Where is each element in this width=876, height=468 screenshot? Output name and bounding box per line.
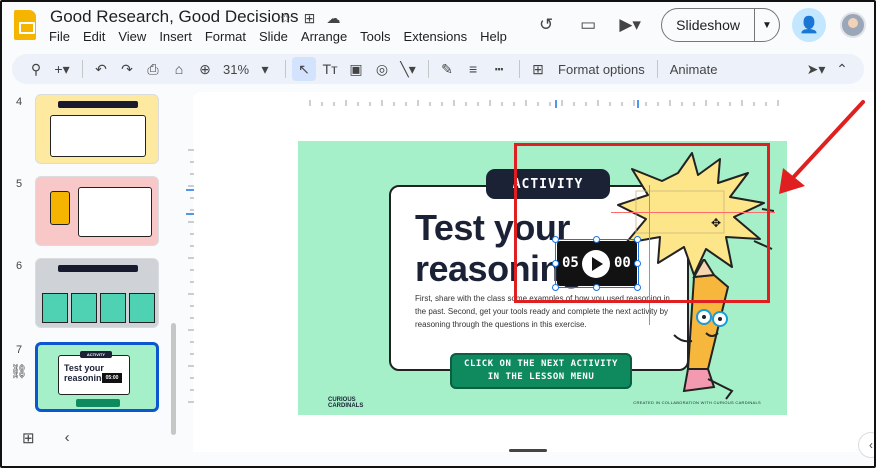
- text-box-icon[interactable]: Tт: [318, 57, 342, 81]
- annotation-highlight-box: [514, 143, 770, 303]
- slide-number: 7: [16, 344, 23, 356]
- line-icon[interactable]: ╲▾: [396, 57, 420, 81]
- filmstrip: 4 5 6 7 ACTIVITY Test your reasoning 05:…: [0, 88, 186, 435]
- annotation-arrow-icon: [779, 100, 865, 194]
- menu-tools[interactable]: Tools: [360, 29, 396, 44]
- thumb-step: [42, 293, 68, 323]
- move-folder-icon[interactable]: ⊞: [302, 10, 317, 25]
- avatar[interactable]: [840, 12, 866, 38]
- logo-line-2: CARDINALS: [328, 403, 364, 409]
- divider: [428, 60, 430, 78]
- title-bar: Good Research, Good Decisions ☆ ⊞ ☁ File…: [0, 0, 876, 52]
- select-cursor-icon[interactable]: ↖: [292, 57, 317, 81]
- divider: [285, 60, 287, 78]
- new-slide-icon[interactable]: +▾: [50, 57, 74, 81]
- move-cursor-icon: ✥: [711, 216, 722, 230]
- menu-help[interactable]: Help: [480, 29, 513, 44]
- paint-format-icon[interactable]: ⌂: [167, 57, 191, 81]
- speaker-notes-handle[interactable]: [509, 449, 547, 452]
- slide-thumbnail-5[interactable]: [35, 176, 159, 246]
- slide-thumbnail-6[interactable]: [35, 258, 159, 328]
- zoom-select[interactable]: 31%: [219, 62, 253, 77]
- search-menus-icon[interactable]: ⚲: [24, 57, 48, 81]
- thumb-title-bar: [58, 265, 138, 272]
- menu-extensions[interactable]: Extensions: [404, 29, 474, 44]
- border-color-icon[interactable]: ✎: [435, 57, 459, 81]
- horizontal-ruler: [309, 100, 779, 108]
- menu-arrange[interactable]: Arrange: [301, 29, 353, 44]
- thumb-character: [50, 191, 70, 225]
- thumb-card: [78, 187, 152, 237]
- divider: [656, 60, 658, 78]
- header-actions: ↺ ▭ ▶▾ Slideshow ▼ 👤: [529, 8, 866, 42]
- vertical-ruler: [186, 149, 194, 403]
- print-icon[interactable]: ⎙: [141, 57, 165, 81]
- slideshow-button[interactable]: Slideshow ▼: [661, 8, 780, 42]
- grid-view-icon[interactable]: ⊞: [22, 429, 35, 447]
- cta-line-2: IN THE LESSON MENU: [487, 372, 595, 382]
- curious-cardinals-logo: CURIOUS CARDINALS: [328, 397, 363, 409]
- collapse-toolbar-icon[interactable]: ⌃: [830, 57, 854, 81]
- slides-logo-icon[interactable]: [14, 10, 36, 40]
- title-icons: ☆ ⊞ ☁: [278, 10, 341, 25]
- document-title[interactable]: Good Research, Good Decisions: [50, 7, 299, 27]
- undo-icon[interactable]: ↶: [89, 57, 113, 81]
- slide-number: 6: [16, 260, 23, 272]
- collapse-panel-icon[interactable]: ‹: [65, 429, 70, 447]
- redo-icon[interactable]: ↷: [115, 57, 139, 81]
- pointer-mode-icon[interactable]: ➤▾: [804, 57, 828, 81]
- thumb-step: [100, 293, 126, 323]
- slide-thumbnail-4[interactable]: [35, 94, 159, 164]
- menu-edit[interactable]: Edit: [83, 29, 111, 44]
- border-dash-icon[interactable]: ┅: [487, 57, 511, 81]
- shape-icon[interactable]: ◎: [370, 57, 394, 81]
- meet-icon[interactable]: ▶▾: [613, 8, 647, 42]
- slide-number: 4: [16, 96, 23, 108]
- divider: [519, 60, 521, 78]
- divider: [82, 60, 83, 78]
- cta-line-1: CLICK ON THE NEXT ACTIVITY: [464, 359, 618, 369]
- thumb-timer: 05:00: [102, 373, 122, 383]
- version-history-icon[interactable]: ↺: [529, 8, 563, 42]
- menu-file[interactable]: File: [49, 29, 76, 44]
- cta-button[interactable]: CLICK ON THE NEXT ACTIVITY IN THE LESSON…: [450, 353, 632, 389]
- thumb-activity-label: ACTIVITY: [80, 351, 112, 358]
- thumb-title: Test your reasoning: [64, 363, 107, 383]
- border-weight-icon[interactable]: ≡: [461, 57, 485, 81]
- zoom-icon[interactable]: ⊕: [193, 57, 217, 81]
- thumb-title-bar: [58, 101, 138, 108]
- filmstrip-scrollbar[interactable]: [171, 323, 176, 435]
- menu-insert[interactable]: Insert: [159, 29, 198, 44]
- thumb-title-line-2: reasoning: [64, 373, 108, 383]
- thumb-step: [71, 293, 97, 323]
- star-icon[interactable]: ☆: [278, 10, 293, 25]
- link-icon[interactable]: ⛓: [10, 363, 28, 380]
- format-options-button[interactable]: Format options: [552, 62, 651, 77]
- animate-button[interactable]: Animate: [664, 62, 724, 77]
- filmstrip-controls: ⊞ ‹: [22, 429, 70, 447]
- menu-format[interactable]: Format: [205, 29, 252, 44]
- slideshow-label[interactable]: Slideshow: [662, 9, 755, 41]
- image-icon[interactable]: ▣: [344, 57, 368, 81]
- side-panel-toggle-icon[interactable]: ‹: [858, 432, 876, 458]
- cloud-status-icon[interactable]: ☁: [326, 10, 341, 25]
- toolbar: ⚲ +▾ ↶ ↷ ⎙ ⌂ ⊕ 31% ▾ ↖ Tт ▣ ◎ ╲▾ ✎ ≡ ┅ ⊞…: [12, 54, 864, 84]
- chevron-down-icon[interactable]: ▾: [253, 57, 277, 81]
- slide-number: 5: [16, 178, 23, 190]
- comments-icon[interactable]: ▭: [571, 8, 605, 42]
- slide-thumbnail-7[interactable]: ACTIVITY Test your reasoning 05:00: [35, 342, 159, 412]
- share-icon[interactable]: 👤: [792, 8, 826, 42]
- chevron-down-icon[interactable]: ▼: [755, 9, 779, 41]
- thumb-title-line-1: Test your: [64, 363, 104, 373]
- menu-bar: File Edit View Insert Format Slide Arran…: [49, 29, 520, 44]
- menu-slide[interactable]: Slide: [259, 29, 294, 44]
- thumb-card: [50, 115, 146, 157]
- thumb-step: [129, 293, 155, 323]
- menu-view[interactable]: View: [118, 29, 152, 44]
- thumb-cta: [76, 399, 120, 407]
- insert-comment-icon[interactable]: ⊞: [526, 57, 550, 81]
